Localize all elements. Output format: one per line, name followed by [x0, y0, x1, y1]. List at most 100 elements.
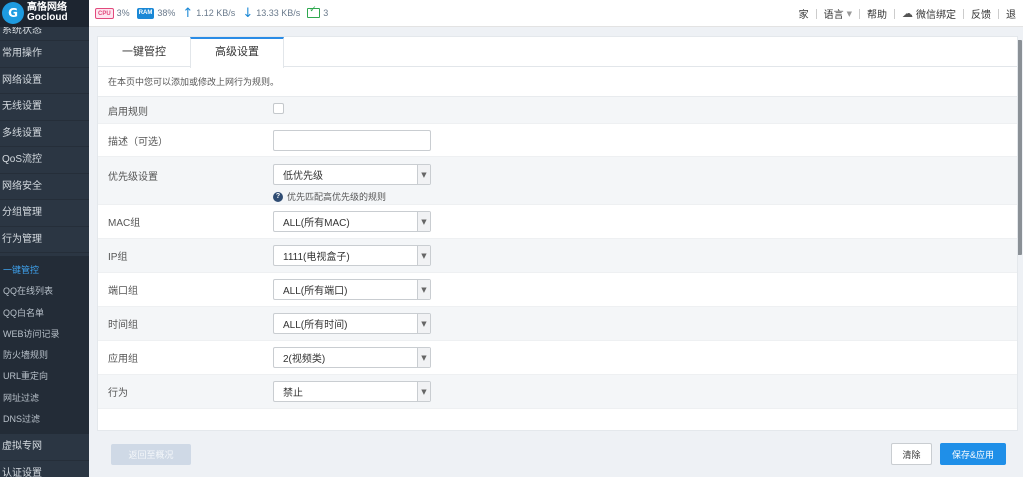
- logout-link[interactable]: 退: [999, 6, 1023, 21]
- sidebar-item-auth[interactable]: 认证设置: [0, 461, 89, 477]
- ip-value: 1111(电视盒子): [283, 252, 350, 263]
- chevron-down-icon: ▼: [417, 212, 430, 231]
- priority-select[interactable]: 低优先级 ▼: [273, 164, 431, 185]
- port-label: 端口组: [108, 286, 138, 297]
- wechat-icon: ☁: [902, 7, 913, 20]
- form-row-app: 应用组 2(视频类) ▼: [98, 341, 1017, 375]
- brand-name-en: Gocloud: [27, 12, 68, 23]
- ip-label: IP组: [108, 252, 128, 263]
- priority-hint-text: 优先匹配高优先级的规则: [287, 192, 387, 202]
- back-to-overview-button[interactable]: 返回至概况: [111, 444, 191, 465]
- form-row-enable: 启用规则: [98, 97, 1017, 124]
- mac-value: ALL(所有MAC): [283, 218, 350, 229]
- brand-text: 高恪网络 Gocloud: [27, 3, 68, 23]
- tab-advanced[interactable]: 高级设置: [190, 37, 284, 68]
- devices-stat[interactable]: 3: [307, 5, 329, 18]
- sidebar-item-network[interactable]: 网络设置: [0, 68, 89, 94]
- chevron-down-icon: ▼: [417, 246, 430, 265]
- upload-value: 1.12 KB/s: [196, 8, 236, 18]
- app-select[interactable]: 2(视频类) ▼: [273, 347, 431, 368]
- sidebar-item-multiline[interactable]: 多线设置: [0, 121, 89, 147]
- cpu-value: 3%: [116, 8, 130, 18]
- priority-label: 优先级设置: [108, 172, 158, 183]
- sidebar-item-wireless[interactable]: 无线设置: [0, 94, 89, 121]
- ip-select[interactable]: 1111(电视盒子) ▼: [273, 245, 431, 266]
- chevron-down-icon: ▼: [417, 348, 430, 367]
- sidebar-item-group[interactable]: 分组管理: [0, 200, 89, 227]
- chevron-down-icon: ▼: [417, 280, 430, 299]
- app-value: 2(视频类): [283, 354, 326, 365]
- description-label: 描述（可选）: [108, 136, 168, 148]
- tab-one-click[interactable]: 一键管控: [98, 37, 190, 67]
- form-row-time: 时间组 ALL(所有时间) ▼: [98, 307, 1017, 341]
- action-select[interactable]: 禁止 ▼: [273, 381, 431, 402]
- sidebar-subitem-qq-online[interactable]: QQ在线列表: [0, 281, 89, 302]
- download-arrow-icon: ↓: [242, 5, 254, 21]
- devices-count: 3: [323, 8, 329, 18]
- brand-logo[interactable]: G 高恪网络 Gocloud: [0, 0, 89, 27]
- form-row-description: 描述（可选）: [98, 124, 1017, 157]
- description-input[interactable]: [273, 129, 431, 151]
- sidebar-subitem-one-click[interactable]: 一键管控: [0, 260, 89, 281]
- sidebar-item-security[interactable]: 网络安全: [0, 174, 89, 200]
- cpu-icon: CPU: [95, 7, 114, 19]
- sidebar-item-common-ops[interactable]: 常用操作: [0, 41, 89, 68]
- cloud-logo-icon: G: [2, 2, 24, 24]
- time-value: ALL(所有时间): [283, 320, 348, 331]
- sidebar-subitem-firewall[interactable]: 防火墙规则: [0, 345, 89, 366]
- chevron-down-icon: ▼: [846, 9, 852, 18]
- clear-button[interactable]: 清除: [891, 443, 932, 465]
- chevron-down-icon: ▼: [417, 382, 430, 401]
- home-link[interactable]: 家: [792, 6, 816, 21]
- priority-hint: ? 优先匹配高优先级的规则: [273, 190, 1017, 203]
- sidebar-item-system-status[interactable]: 系统状态: [0, 27, 89, 41]
- ram-stat: RAM 38%: [136, 7, 176, 19]
- action-value: 禁止: [283, 388, 303, 399]
- sidebar-item-behavior[interactable]: 行为管理: [0, 227, 89, 253]
- port-value: ALL(所有端口): [283, 286, 348, 297]
- sidebar-subitem-url-redirect[interactable]: URL重定向: [0, 366, 89, 387]
- form-row-mac: MAC组 ALL(所有MAC) ▼: [98, 205, 1017, 239]
- priority-value: 低优先级: [283, 171, 323, 182]
- top-bar: G 高恪网络 Gocloud CPU 3% RAM 38% ↑ 1.12 KB/…: [0, 0, 1023, 27]
- sidebar-subitem-qq-whitelist[interactable]: QQ白名单: [0, 303, 89, 324]
- help-link[interactable]: 帮助: [860, 6, 894, 21]
- save-apply-button[interactable]: 保存&应用: [940, 443, 1006, 465]
- sidebar: 系统状态 常用操作 网络设置 无线设置 多线设置 QoS流控 网络安全 分组管理…: [0, 27, 89, 477]
- sidebar-subitem-dns-filter[interactable]: DNS过滤: [0, 409, 89, 430]
- wechat-label: 微信绑定: [916, 10, 956, 21]
- upload-arrow-icon: ↑: [182, 5, 194, 21]
- upload-stat: ↑ 1.12 KB/s: [182, 6, 235, 21]
- app-label: 应用组: [108, 354, 138, 365]
- form-row-priority: 优先级设置 低优先级 ▼ ? 优先匹配高优先级的规则: [98, 157, 1017, 205]
- language-label: 语言: [823, 10, 844, 21]
- port-select[interactable]: ALL(所有端口) ▼: [273, 279, 431, 300]
- top-nav: 家 语言 ▼ 帮助 ☁ 微信绑定 反馈 退: [792, 0, 1023, 27]
- time-select[interactable]: ALL(所有时间) ▼: [273, 313, 431, 334]
- mac-select[interactable]: ALL(所有MAC) ▼: [273, 211, 431, 232]
- chevron-down-icon: ▼: [417, 165, 430, 184]
- ram-icon: RAM: [136, 7, 155, 19]
- sidebar-item-vpn[interactable]: 虚拟专网: [0, 434, 89, 461]
- ram-value: 38%: [157, 8, 176, 18]
- enable-checkbox[interactable]: [273, 103, 284, 114]
- wechat-bind-link[interactable]: ☁ 微信绑定: [895, 6, 963, 21]
- mac-label: MAC组: [108, 218, 141, 229]
- download-value: 13.33 KB/s: [256, 8, 301, 18]
- feedback-link[interactable]: 反馈: [964, 6, 998, 21]
- sidebar-item-qos[interactable]: QoS流控: [0, 147, 89, 174]
- main-panel: 一键管控 高级设置 在本页中您可以添加或修改上网行为规则。 启用规则 描述（可选…: [97, 36, 1018, 431]
- form-row-port: 端口组 ALL(所有端口) ▼: [98, 273, 1017, 307]
- time-label: 时间组: [108, 320, 138, 331]
- online-device-icon: [307, 5, 321, 18]
- chevron-down-icon: ▼: [417, 314, 430, 333]
- sidebar-subitem-web-log[interactable]: WEB访问记录: [0, 324, 89, 345]
- system-stats: CPU 3% RAM 38% ↑ 1.12 KB/s ↓ 13.33 KB/s …: [95, 5, 335, 21]
- question-icon: ?: [273, 191, 283, 202]
- form-row-ip: IP组 1111(电视盒子) ▼: [98, 239, 1017, 273]
- cpu-stat: CPU 3%: [95, 7, 130, 19]
- language-menu[interactable]: 语言 ▼: [817, 6, 859, 22]
- sidebar-subitem-url-filter[interactable]: 网址过滤: [0, 388, 89, 409]
- page-description: 在本页中您可以添加或修改上网行为规则。: [98, 67, 1017, 97]
- tab-bar: 一键管控 高级设置: [98, 37, 1017, 68]
